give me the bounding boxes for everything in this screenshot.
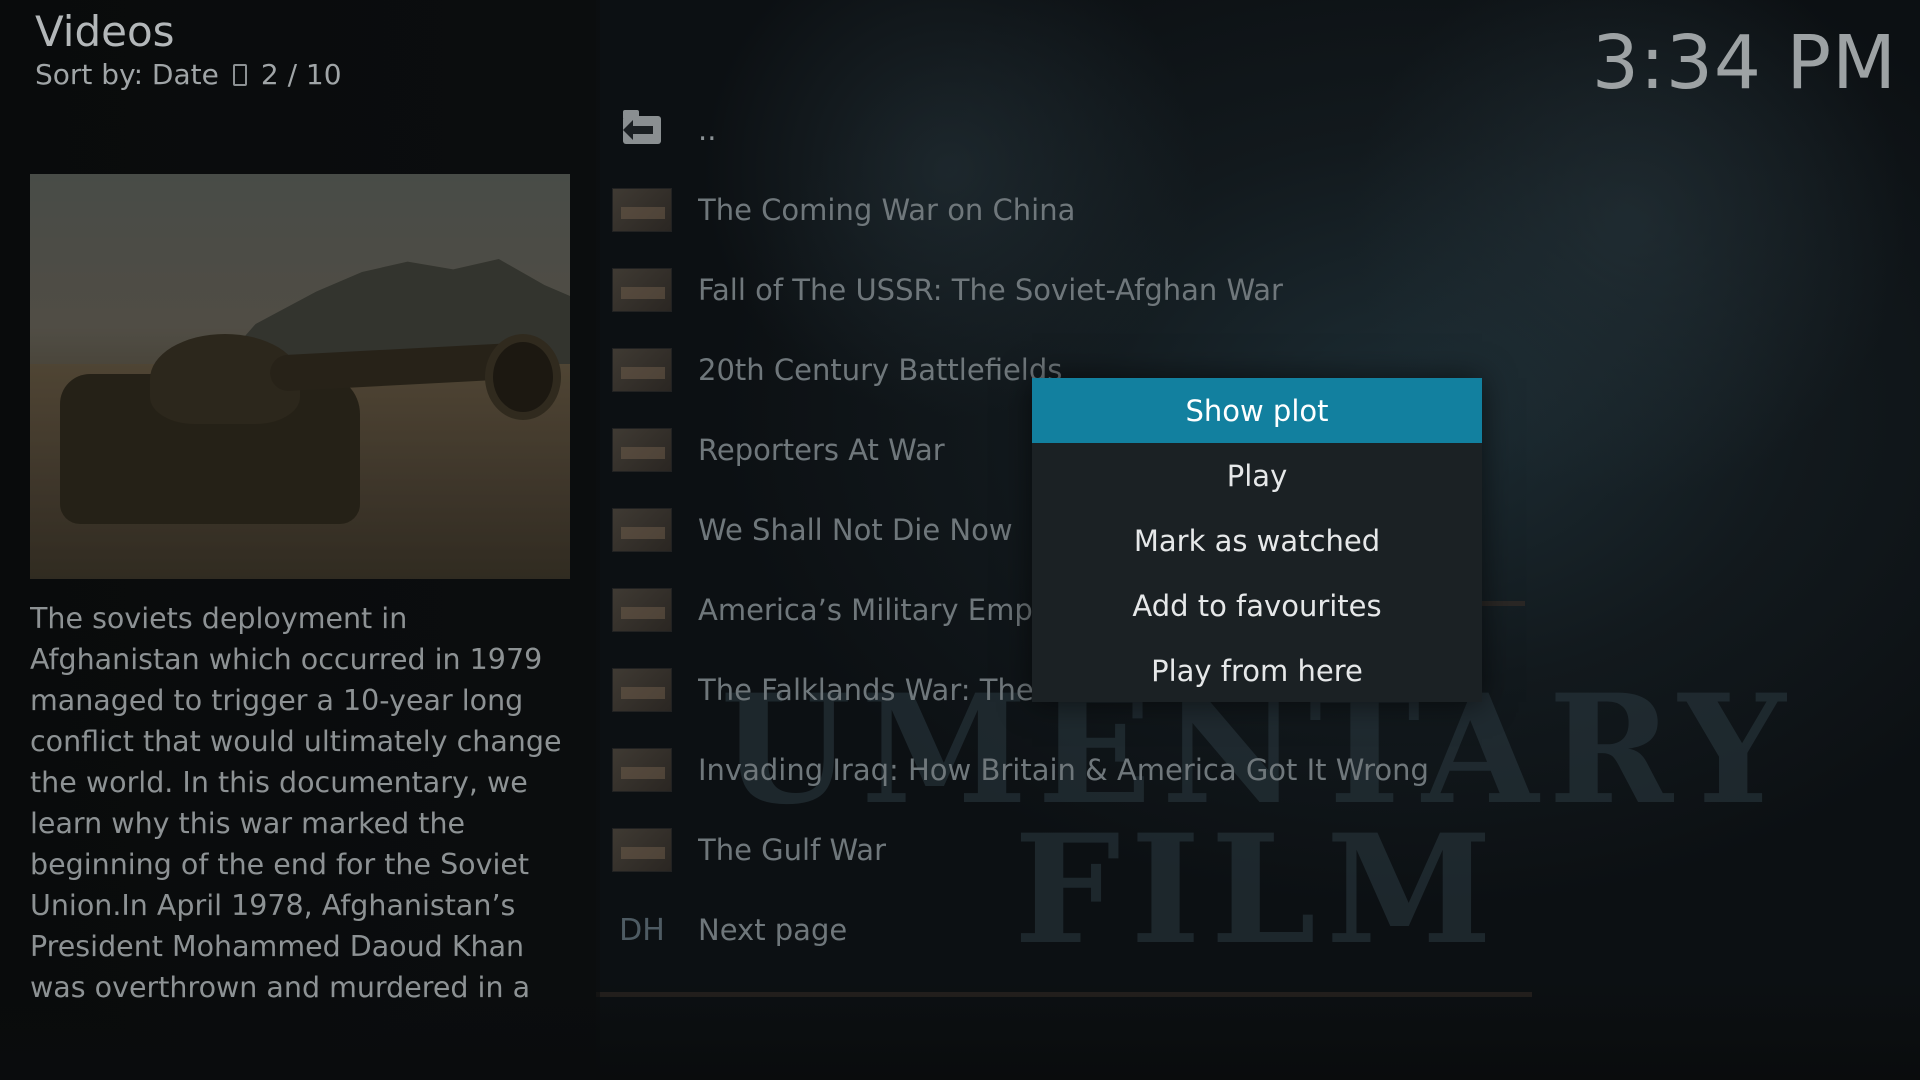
thumbnail-icon	[612, 188, 672, 232]
header: Videos Sort by: Date 2 / 10	[35, 6, 342, 92]
page-title: Videos	[35, 7, 175, 56]
thumbnail-icon	[612, 268, 672, 312]
poster-image	[30, 174, 570, 579]
list-item-label: Invading Iraq: How Britain & America Got…	[698, 753, 1429, 787]
menu-item-play-from-here[interactable]: Play from here	[1032, 638, 1482, 703]
folder-back-icon	[612, 108, 672, 152]
thumbnail-icon	[612, 748, 672, 792]
list-item[interactable]: Fall of The USSR: The Soviet-Afghan War	[612, 250, 1512, 330]
list-item-label: ..	[698, 113, 717, 147]
thumbnail-icon	[612, 668, 672, 712]
list-item-next-page[interactable]: DH Next page	[612, 890, 1512, 970]
sort-label: Sort by: Date	[35, 58, 219, 91]
list-item-label: The Coming War on China	[698, 193, 1076, 227]
poster-dim-overlay	[30, 174, 570, 579]
thumbnail-icon	[612, 588, 672, 632]
thumbnail-icon	[612, 348, 672, 392]
menu-item-add-favourites[interactable]: Add to favourites	[1032, 573, 1482, 638]
sort-info: Sort by: Date 2 / 10	[35, 58, 342, 92]
thumbnail-icon	[612, 508, 672, 552]
list-item-label: Reporters At War	[698, 433, 945, 467]
menu-item-mark-watched[interactable]: Mark as watched	[1032, 508, 1482, 573]
menu-item-show-plot[interactable]: Show plot	[1032, 378, 1482, 443]
list-item-parent-folder[interactable]: ..	[612, 90, 1512, 170]
thumbnail-icon	[612, 428, 672, 472]
list-item-label: Next page	[698, 913, 848, 947]
list-item-label: The Falklands War: The U	[698, 673, 1065, 707]
clock: 3:34 PM	[1591, 20, 1897, 106]
plot-text: The soviets deployment in Afghanistan wh…	[30, 602, 562, 1004]
list-item-label: Fall of The USSR: The Soviet-Afghan War	[698, 273, 1283, 307]
menu-item-play[interactable]: Play	[1032, 443, 1482, 508]
list-item[interactable]: The Coming War on China	[612, 170, 1512, 250]
list-item-label: We Shall Not Die Now	[698, 513, 1013, 547]
sort-order-icon	[232, 64, 247, 86]
list-item-label: 20th Century Battlefields	[698, 353, 1063, 387]
list-item[interactable]: Invading Iraq: How Britain & America Got…	[612, 730, 1512, 810]
list-item-label: America’s Military Empire	[698, 593, 1070, 627]
list-item[interactable]: The Gulf War	[612, 810, 1512, 890]
thumbnail-icon	[612, 828, 672, 872]
context-menu: Show plot Play Mark as watched Add to fa…	[1032, 378, 1482, 702]
next-page-icon: DH	[619, 912, 665, 948]
item-position: 2 / 10	[260, 58, 342, 91]
list-item-label: The Gulf War	[698, 833, 887, 867]
